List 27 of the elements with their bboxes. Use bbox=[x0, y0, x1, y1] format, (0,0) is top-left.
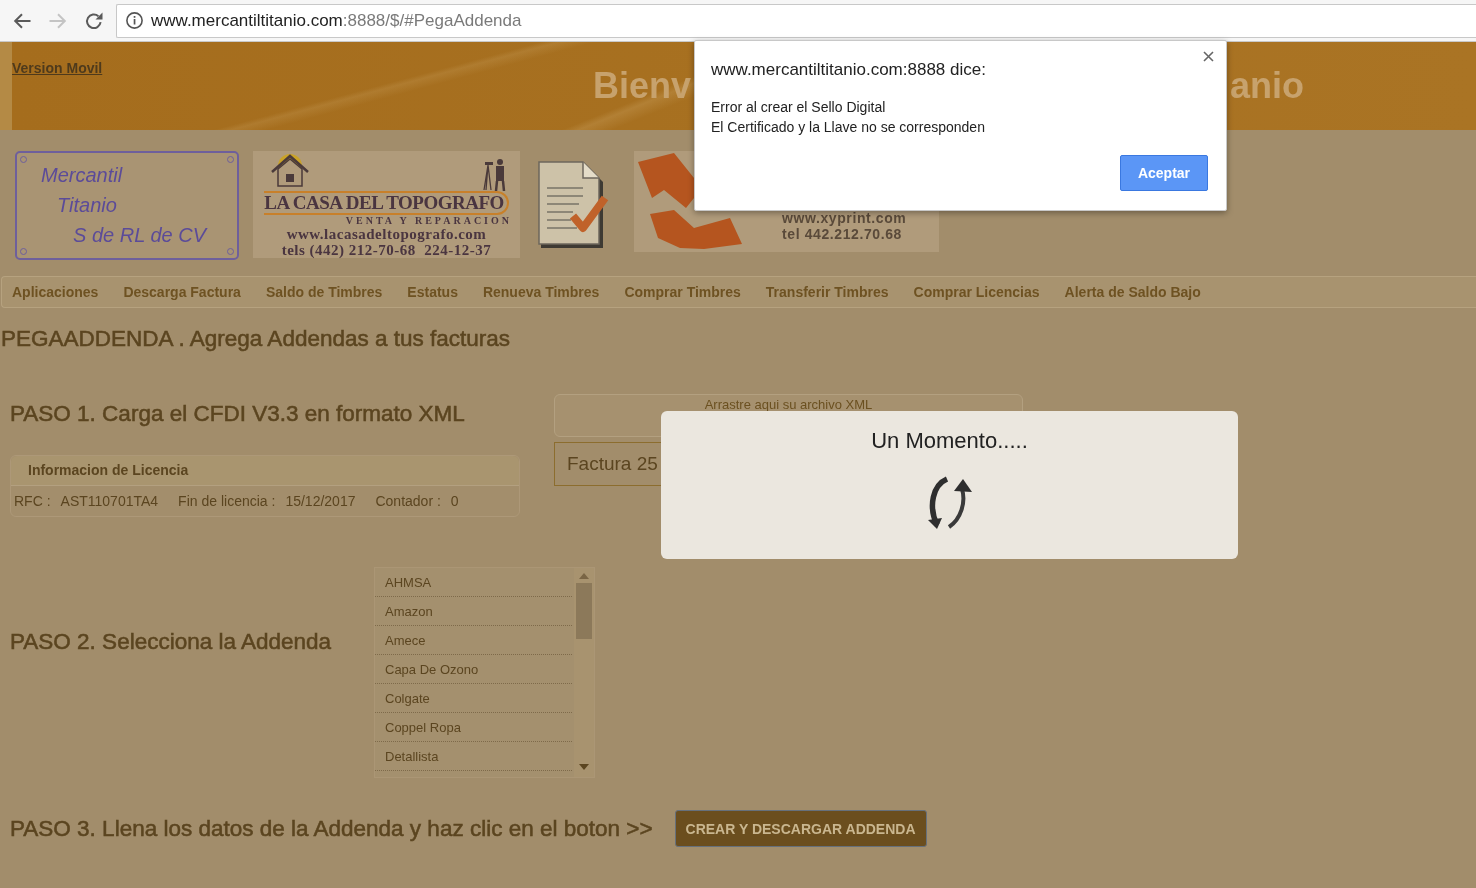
loading-message: Un Momento..... bbox=[871, 428, 1028, 454]
company-name-line: Titanio bbox=[56, 193, 117, 218]
license-value: AST110701TA4 bbox=[60, 493, 159, 509]
alert-message-line: Error al crear el Sello Digital bbox=[711, 98, 886, 117]
advert-text: www.lacasadeltopografo.com bbox=[286, 226, 487, 242]
page-title: PEGAADDENDA . Agrega Addendas a tus facturas bbox=[0, 326, 511, 352]
license-label: RFC : bbox=[14, 493, 51, 509]
company-name-line: Mercantil bbox=[40, 163, 123, 188]
step-heading: PASO 3. Llena los datos de la Addenda y haz clic en el boton >> bbox=[10, 814, 653, 843]
banner-title: Bienv bbox=[593, 65, 692, 106]
company-name-line: S de RL de CV bbox=[72, 223, 207, 248]
advert-subtitle: VENTA Y REPARACION bbox=[345, 215, 512, 226]
license-title: Informacion de Licencia bbox=[11, 456, 519, 486]
license-value: 15/12/2017 bbox=[285, 493, 356, 509]
advert-text: tels (442) 212-70-68 224-12-37 bbox=[281, 242, 492, 258]
drop-zone-label: Arrastre aqui su archivo XML bbox=[704, 397, 873, 412]
alert-message-line: El Certificado y la Llave no se corresponden bbox=[711, 118, 985, 137]
advert-title: LA CASA DEL TOPOGRAFO bbox=[264, 191, 509, 215]
advert-text: www.xyprint.com bbox=[782, 210, 907, 226]
license-value: 0 bbox=[450, 493, 459, 509]
alert-title: www.mercantiltitanio.com:8888 dice: bbox=[711, 59, 986, 81]
step-heading: PASO 1. Carga el CFDI V3.3 en formato XML bbox=[10, 400, 465, 428]
advert-text: tel 442.212.70.68 bbox=[782, 226, 903, 242]
license-label: Fin de licencia : bbox=[178, 493, 276, 509]
step-heading: PASO 2. Selecciona la Addenda bbox=[10, 628, 332, 656]
license-label: Contador : bbox=[375, 493, 441, 509]
banner-title: anio bbox=[1230, 65, 1304, 106]
